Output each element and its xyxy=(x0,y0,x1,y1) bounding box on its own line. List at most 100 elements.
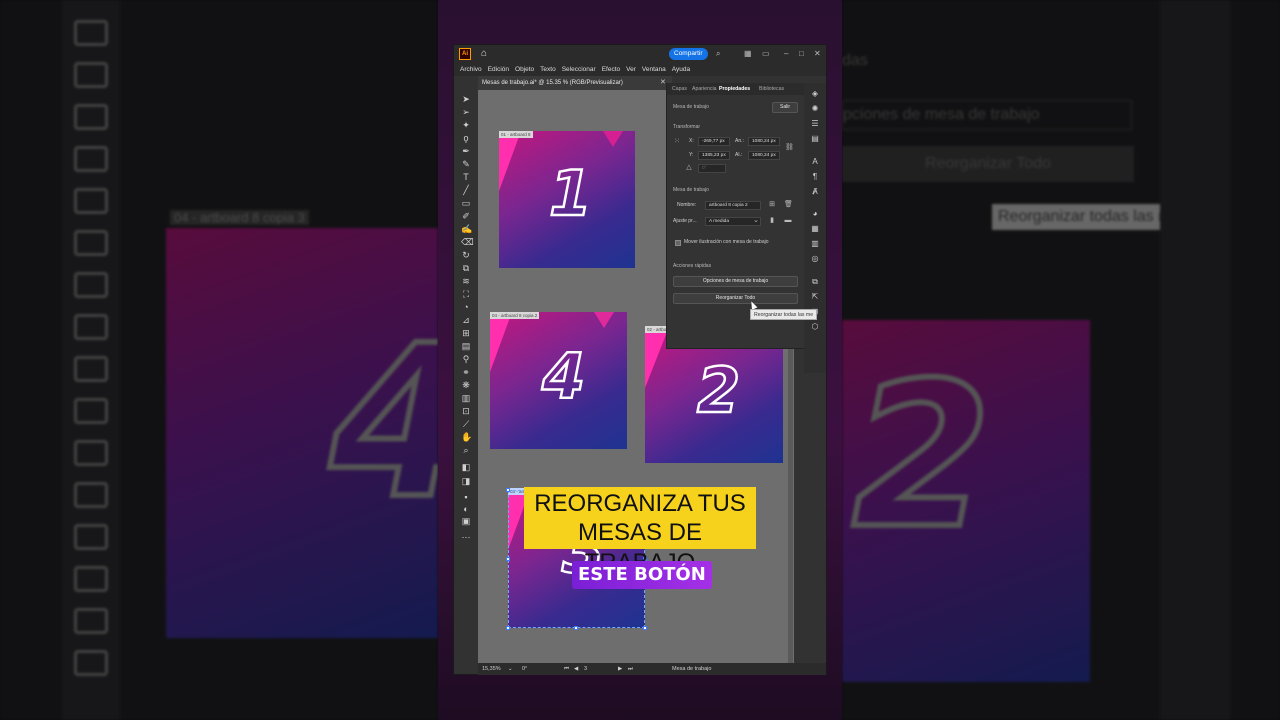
y-field[interactable]: 1385,23 px xyxy=(698,151,730,160)
zoom-level[interactable]: 15,35% xyxy=(482,665,501,673)
height-field[interactable]: 1080,24 px xyxy=(748,151,780,160)
last-artboard-icon[interactable]: ⏭ xyxy=(628,665,633,673)
lasso-tool-icon[interactable]: ϙ xyxy=(461,133,471,143)
home-icon[interactable]: ⌂ xyxy=(481,49,491,59)
constrain-proportions-icon[interactable]: ⛓ xyxy=(785,144,794,152)
default-colors-icon[interactable]: ◧ xyxy=(461,462,471,472)
menu-ventana[interactable]: Ventana xyxy=(642,66,666,73)
pathfinder-icon[interactable]: ⧉ xyxy=(810,277,820,287)
resize-handle[interactable] xyxy=(506,626,510,630)
menu-archivo[interactable]: Archivo xyxy=(460,66,482,73)
screen-mode-icon[interactable]: ▣ xyxy=(461,516,471,526)
eyedropper-tool-icon[interactable]: ⚲ xyxy=(461,354,471,364)
artboard-1[interactable]: 1 xyxy=(499,131,635,268)
first-artboard-icon[interactable]: ⏮ xyxy=(564,665,569,673)
color-icon[interactable]: ◕ xyxy=(810,209,820,219)
menu-efecto[interactable]: Efecto xyxy=(602,66,620,73)
tab-bibliotecas[interactable]: Bibliotecas xyxy=(759,85,784,93)
rotation-value[interactable]: 0° xyxy=(522,665,527,673)
share-button[interactable]: Compartir xyxy=(669,48,708,60)
artboard-4[interactable]: 4 xyxy=(490,312,627,449)
swatches-icon[interactable]: ▦ xyxy=(810,224,820,234)
new-artboard-icon[interactable]: ⊞ xyxy=(768,201,776,209)
artboard-tool-icon[interactable]: ⊡ xyxy=(461,406,471,416)
type-tool-icon[interactable]: T xyxy=(461,172,471,182)
tab-capas[interactable]: Capas xyxy=(672,85,687,93)
pen-tool-icon[interactable]: ✒ xyxy=(461,146,471,156)
free-transform-tool-icon[interactable]: ⛶ xyxy=(461,289,471,299)
rectangle-tool-icon[interactable]: ▭ xyxy=(461,198,471,208)
opentype-icon[interactable]: Ⱥ xyxy=(810,187,820,197)
fill-stroke-icon[interactable]: ◨ xyxy=(461,476,471,486)
shape-builder-tool-icon[interactable]: ◔ xyxy=(461,302,471,312)
stroke-icon[interactable]: ◎ xyxy=(810,254,820,264)
reference-point-icon[interactable]: ⁙ xyxy=(673,138,681,146)
scale-tool-icon[interactable]: ⧉ xyxy=(461,263,471,273)
graph-tool-icon[interactable]: ▥ xyxy=(461,393,471,403)
exit-button[interactable]: Salir xyxy=(772,102,798,113)
artboard-label-4[interactable]: 04 - artboard 8 copia 2 xyxy=(490,312,540,319)
menu-ver[interactable]: Ver xyxy=(626,66,636,73)
delete-artboard-icon[interactable]: 🗑 xyxy=(784,201,793,209)
next-artboard-icon[interactable]: ▶ xyxy=(618,665,622,673)
search-icon[interactable]: ⌕ xyxy=(716,49,725,58)
menu-objeto[interactable]: Objeto xyxy=(515,66,534,73)
tab-propiedades[interactable]: Propiedades xyxy=(719,85,750,93)
arrange-documents-icon[interactable]: ▦ xyxy=(744,49,753,58)
artboard-2[interactable]: 2 xyxy=(645,332,783,463)
layers-icon[interactable]: ◈ xyxy=(810,89,820,99)
eraser-tool-icon[interactable]: ⌫ xyxy=(461,237,474,247)
zoom-dropdown-icon[interactable]: ⌄ xyxy=(508,665,513,673)
tab-apariencia[interactable]: Apariencia xyxy=(692,85,717,93)
rearrange-all-button[interactable]: Reorganizar Todo xyxy=(673,293,798,304)
menu-seleccionar[interactable]: Seleccionar xyxy=(562,66,596,73)
close-icon[interactable]: ✕ xyxy=(814,49,823,58)
workspace-icon[interactable]: ▭ xyxy=(762,49,771,58)
angle-field[interactable]: 0° xyxy=(698,164,726,173)
maximize-icon[interactable]: □ xyxy=(799,49,808,58)
shaper-tool-icon[interactable]: ✍ xyxy=(461,224,472,234)
selection-tool-icon[interactable]: ➤ xyxy=(461,94,471,104)
warp-tool-icon[interactable]: ≋ xyxy=(461,276,471,286)
artboard-options-button[interactable]: Opciones de mesa de trabajo xyxy=(673,276,798,287)
resize-handle[interactable] xyxy=(506,488,510,492)
paintbrush-tool-icon[interactable]: ✐ xyxy=(461,211,471,221)
properties-icon[interactable]: ☰ xyxy=(810,119,820,129)
resize-handle[interactable] xyxy=(643,626,647,630)
rotate-tool-icon[interactable]: ↻ xyxy=(461,250,471,260)
color-mode-icon[interactable]: ▪ xyxy=(461,492,471,502)
portrait-orientation-icon[interactable]: ▮ xyxy=(768,217,776,225)
landscape-orientation-icon[interactable]: ▬ xyxy=(784,217,792,225)
drawing-mode-icon[interactable]: ◐ xyxy=(461,504,471,514)
appearance-icon[interactable]: ✺ xyxy=(810,104,820,114)
paragraph-icon[interactable]: ¶ xyxy=(810,172,820,182)
width-field[interactable]: 1080,24 px xyxy=(748,137,780,146)
zoom-tool-icon[interactable]: ⌕ xyxy=(461,445,471,455)
libraries-icon[interactable]: ▤ xyxy=(810,134,820,144)
menu-edicion[interactable]: Edición xyxy=(488,66,509,73)
more-tools-icon[interactable]: ⋯ xyxy=(461,532,471,542)
links-icon[interactable]: ⬡ xyxy=(810,322,820,332)
menu-ayuda[interactable]: Ayuda xyxy=(672,66,690,73)
artboard-name-field[interactable]: artboard 8 copia 2 xyxy=(705,201,761,210)
line-tool-icon[interactable]: ╱ xyxy=(461,185,471,195)
perspective-grid-tool-icon[interactable]: ⊿ xyxy=(461,315,471,325)
artboard-index[interactable]: 3 xyxy=(584,665,587,673)
document-tab[interactable]: Mesas de trabajo.ai* @ 15.35 % (RGB/Prev… xyxy=(478,76,672,90)
minimize-icon[interactable]: – xyxy=(784,49,793,58)
blend-tool-icon[interactable]: ⚭ xyxy=(461,367,471,377)
previous-artboard-icon[interactable]: ◀ xyxy=(574,665,578,673)
character-icon[interactable]: A xyxy=(810,157,820,167)
direct-selection-tool-icon[interactable]: ➢ xyxy=(461,107,471,117)
resize-handle[interactable] xyxy=(506,557,510,561)
slice-tool-icon[interactable]: ⟋ xyxy=(461,419,471,429)
x-field[interactable]: -269,77 px xyxy=(698,137,730,146)
menu-texto[interactable]: Texto xyxy=(540,66,556,73)
document-close-icon[interactable]: ✕ xyxy=(660,78,666,88)
curvature-tool-icon[interactable]: ✎ xyxy=(461,159,471,169)
mesh-tool-icon[interactable]: ⊞ xyxy=(461,328,471,338)
gradient-icon[interactable]: ▥ xyxy=(810,239,820,249)
hand-tool-icon[interactable]: ✋ xyxy=(461,432,472,442)
resize-handle[interactable] xyxy=(574,626,578,630)
magic-wand-tool-icon[interactable]: ✦ xyxy=(461,120,471,130)
